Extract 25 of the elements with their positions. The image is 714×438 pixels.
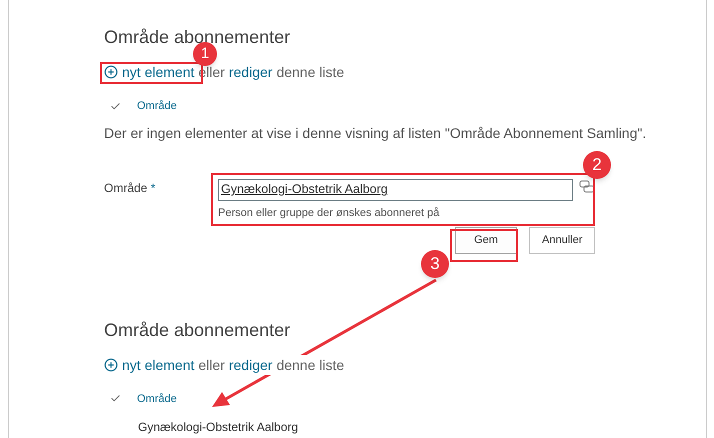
edit-list-link[interactable]: rediger: [228, 62, 272, 82]
check-icon: [110, 100, 121, 112]
add-icon: [104, 358, 118, 372]
section-title: Område abonnementer: [104, 318, 292, 340]
callout-badge: 3: [421, 250, 449, 278]
save-button[interactable]: Gem: [455, 226, 517, 254]
highlight-box: [450, 229, 518, 262]
column-header[interactable]: Område: [137, 390, 177, 407]
field-hint: Person eller gruppe der ønskes abonneret på: [218, 206, 440, 220]
new-item-link[interactable]: nyt element: [104, 62, 194, 82]
callout-badge: 1: [193, 42, 217, 66]
cancel-button[interactable]: Annuller: [529, 226, 596, 254]
list-row-cell-text: Gynækologi-Obstetrik Aalborg: [137, 419, 300, 435]
new-item-link[interactable]: nyt element: [104, 354, 194, 374]
list-text: denne liste: [276, 356, 344, 374]
empty-message: Der er ingen elementer at vise i denne visning af listen "Område Abonnement Samling".: [104, 124, 648, 143]
people-picker-field[interactable]: Gynækologi-Obstetrik Aalborg: [218, 178, 573, 200]
add-icon: [104, 65, 118, 79]
field-label: Område *: [104, 180, 156, 196]
edit-list-link[interactable]: rediger: [228, 354, 272, 374]
callout-badge: 2: [583, 151, 611, 179]
or-text: eller: [198, 356, 225, 374]
tag-pair-icon: [579, 180, 595, 194]
list-text: denne liste: [276, 63, 344, 82]
column-header[interactable]: Område: [137, 98, 177, 114]
